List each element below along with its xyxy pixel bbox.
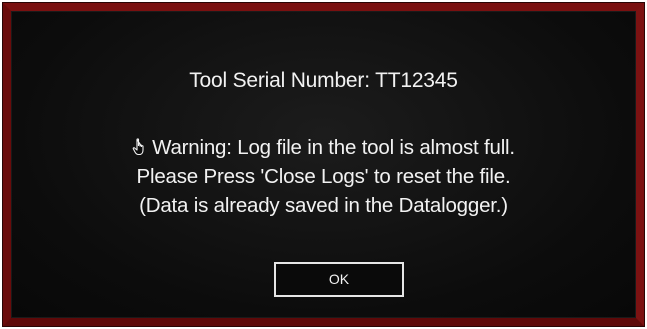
ok-button[interactable]: OK bbox=[274, 262, 404, 297]
hand-pointer-icon bbox=[132, 138, 144, 156]
message-line-1-text: Warning: Log file in the tool is almost … bbox=[152, 136, 515, 159]
warning-dialog: Tool Serial Number: TT12345 Warning: Log… bbox=[3, 3, 644, 326]
tool-serial-number: Tool Serial Number: TT12345 bbox=[189, 69, 458, 92]
message-line-3: (Data is already saved in the Datalogger… bbox=[139, 194, 508, 217]
message-line-2: Please Press 'Close Logs' to reset the f… bbox=[136, 165, 511, 188]
warning-message: Warning: Log file in the tool is almost … bbox=[12, 133, 635, 220]
message-line-1: Warning: Log file in the tool is almost … bbox=[12, 133, 635, 162]
dialog-body: Tool Serial Number: TT12345 Warning: Log… bbox=[11, 11, 636, 318]
